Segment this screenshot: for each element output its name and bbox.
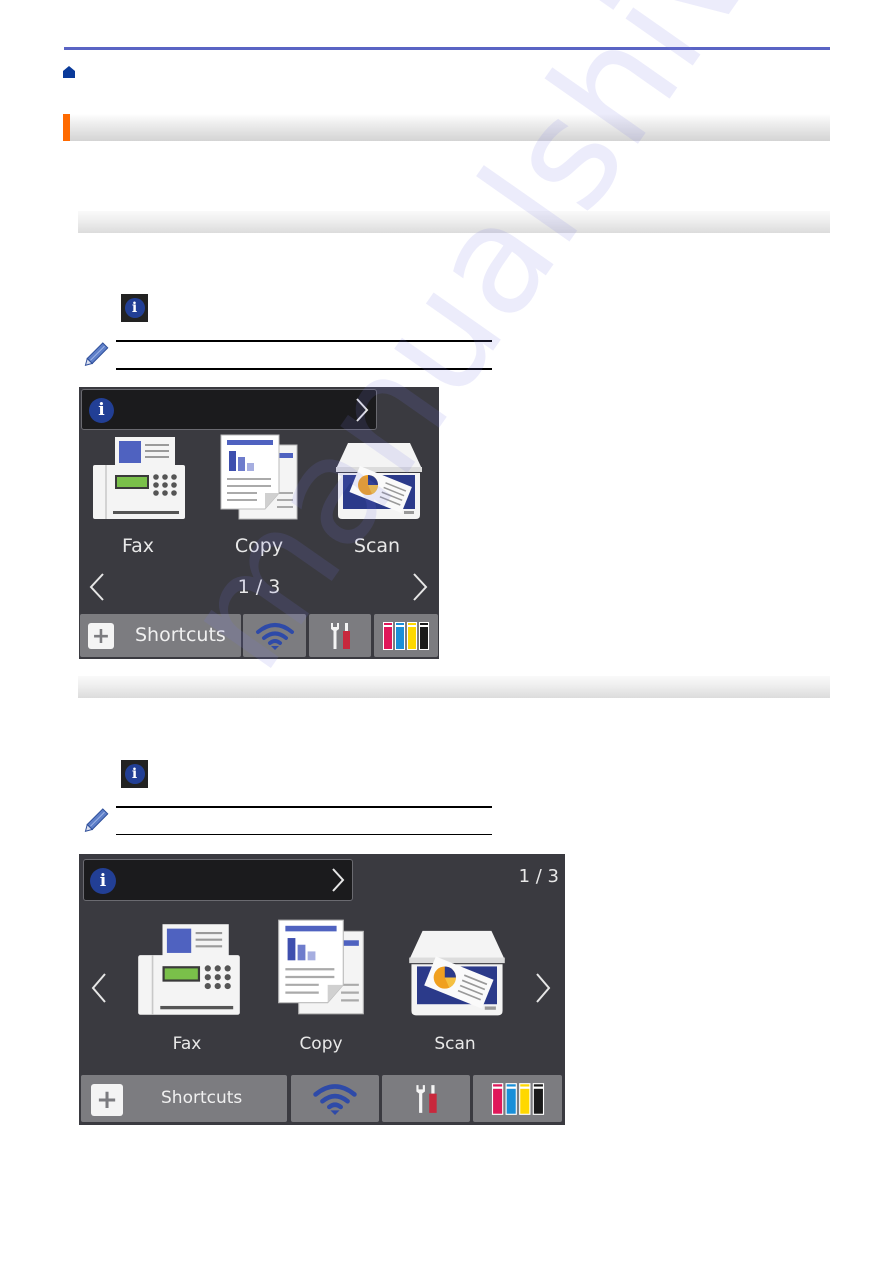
info-icon-glyph: i: [124, 764, 145, 784]
chevron-right-icon[interactable]: [411, 572, 429, 602]
page-indicator: 1 / 3: [237, 576, 281, 598]
section-heading-1: [78, 211, 830, 233]
ink-icon: [491, 1082, 544, 1115]
settings-button[interactable]: [309, 614, 371, 657]
fax-label[interactable]: Fax: [98, 535, 178, 557]
wifi-icon: [313, 1083, 357, 1115]
wifi-button[interactable]: [243, 614, 306, 657]
scan-label[interactable]: Scan: [337, 535, 417, 557]
pencil-icon: [84, 808, 109, 832]
info-icon-glyph: i: [124, 298, 145, 318]
scan-icon[interactable]: [407, 926, 507, 1018]
copy-label[interactable]: Copy: [219, 535, 299, 557]
note-rule-top: [116, 806, 492, 808]
note-block-2: [80, 806, 495, 838]
ink-icon: [383, 621, 429, 650]
page-title-bar: [63, 114, 830, 141]
info-bar[interactable]: i: [81, 389, 377, 430]
note-block-1: [80, 340, 495, 372]
note-rule-bottom: [116, 368, 492, 370]
title-accent: [63, 114, 70, 141]
note-rule-bottom: [116, 834, 492, 835]
wifi-button[interactable]: [291, 1075, 379, 1122]
header-rule: [64, 47, 830, 50]
scan-icon[interactable]: [334, 439, 424, 521]
ink-button[interactable]: [374, 614, 438, 657]
shortcuts-button[interactable]: + Shortcuts: [81, 1075, 287, 1122]
chevron-right-icon: [356, 398, 369, 422]
info-icon: i: [121, 294, 148, 322]
tools-icon: [416, 1084, 437, 1113]
ink-button[interactable]: [473, 1075, 562, 1122]
copy-icon[interactable]: [219, 433, 299, 521]
info-icon: i: [121, 760, 148, 788]
copy-icon[interactable]: [275, 918, 367, 1016]
pencil-icon: [84, 342, 109, 366]
chevron-left-icon[interactable]: [90, 972, 108, 1004]
info-bar[interactable]: i: [83, 859, 353, 901]
lcd-screen-large: i 1 / 3 Fax Copy Scan + Shortcuts: [79, 854, 565, 1125]
note-rule-top: [116, 340, 492, 342]
fax-label[interactable]: Fax: [147, 1034, 227, 1054]
tools-icon: [331, 622, 350, 649]
info-icon: i: [89, 398, 114, 423]
chevron-left-icon[interactable]: [88, 572, 106, 602]
chevron-right-icon[interactable]: [534, 972, 552, 1004]
shortcuts-label: Shortcuts: [161, 1088, 243, 1108]
shortcuts-label: Shortcuts: [135, 624, 226, 646]
settings-button[interactable]: [382, 1075, 470, 1122]
page-indicator: 1 / 3: [518, 866, 559, 887]
plus-icon: +: [88, 623, 114, 649]
home-icon[interactable]: [63, 66, 75, 78]
section-heading-2: [78, 676, 830, 698]
scan-label[interactable]: Scan: [415, 1034, 495, 1054]
fax-icon[interactable]: [134, 922, 244, 1017]
wifi-icon: [255, 622, 294, 650]
lcd-screen-small: i Fax Copy Scan 1 / 3 + Shortcuts: [79, 387, 439, 659]
plus-icon: +: [91, 1084, 123, 1116]
chevron-right-icon: [332, 868, 345, 892]
info-icon: i: [90, 868, 116, 894]
shortcuts-button[interactable]: + Shortcuts: [80, 614, 241, 657]
copy-label[interactable]: Copy: [281, 1034, 361, 1054]
fax-icon[interactable]: [91, 435, 187, 521]
